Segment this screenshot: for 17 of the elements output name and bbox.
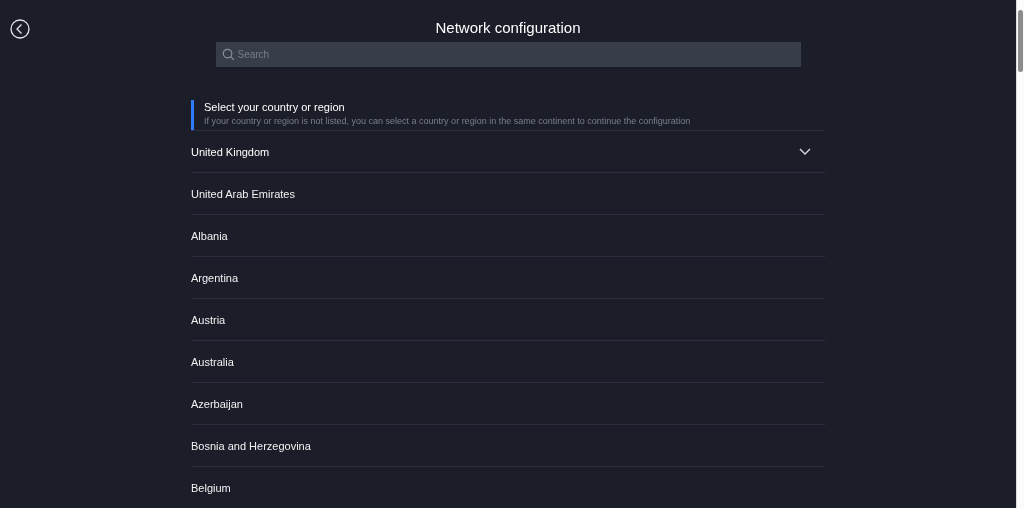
- country-item[interactable]: Australia: [191, 340, 825, 382]
- country-item[interactable]: Azerbaijan: [191, 382, 825, 424]
- scrollbar-thumb[interactable]: [1018, 10, 1023, 72]
- country-item[interactable]: Argentina: [191, 256, 825, 298]
- back-icon[interactable]: [10, 19, 30, 39]
- chevron-icon: [799, 147, 811, 156]
- country-item[interactable]: United Arab Emirates: [191, 172, 825, 214]
- country-item[interactable]: United Kingdom: [191, 130, 825, 172]
- section-title: Select your country or region: [204, 100, 346, 114]
- country-item[interactable]: Belgium: [191, 466, 825, 508]
- country-item[interactable]: Bosnia and Herzegovina: [191, 424, 825, 466]
- country-item[interactable]: Albania: [191, 214, 825, 256]
- section-hint: If your country or region is not listed, you can select a country or region in the same continent to continue the configuration: [204, 115, 692, 128]
- page-title: Network configuration: [435, 18, 581, 36]
- country-item[interactable]: Austria: [191, 298, 825, 340]
- scrollbar[interactable]: [1016, 0, 1024, 508]
- search-field[interactable]: Search: [215, 42, 801, 67]
